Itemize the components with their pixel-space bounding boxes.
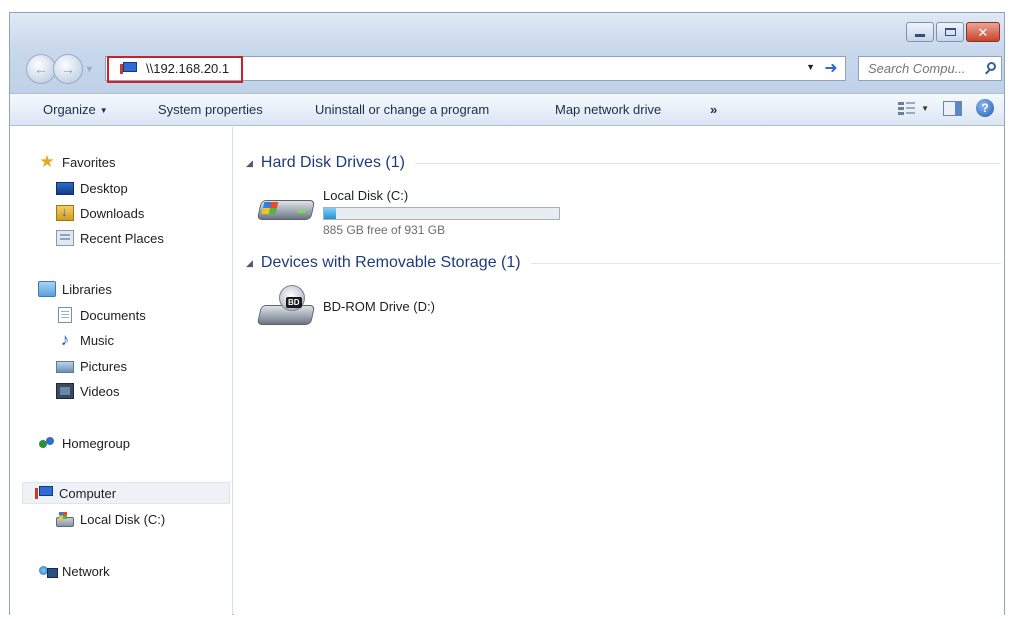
nav-item-libraries[interactable]: Libraries	[38, 278, 112, 300]
organize-menu[interactable]: Organize ▼	[43, 102, 108, 117]
nav-label: Libraries	[62, 281, 112, 297]
music-icon: ♪	[60, 330, 70, 349]
close-icon: ✕	[977, 24, 989, 40]
drive-name: Local Disk (C:)	[323, 188, 409, 203]
nav-item-favorites[interactable]: ★ Favorites	[38, 151, 115, 173]
back-button[interactable]: ←	[26, 54, 56, 84]
computer-icon	[35, 485, 53, 501]
collapse-triangle-icon: ◢	[246, 257, 253, 268]
navigation-pane: ★ Favorites Desktop Downloads Recent Plac…	[10, 127, 233, 615]
hard-disk-icon	[256, 188, 316, 232]
nav-label: Network	[62, 563, 110, 579]
view-options-dropdown-icon[interactable]: ▼	[921, 104, 929, 113]
section-divider	[414, 162, 1001, 164]
nav-item-documents[interactable]: Documents	[56, 304, 146, 326]
change-view-icon[interactable]	[898, 101, 916, 115]
computer-icon	[120, 61, 138, 76]
nav-label: Desktop	[80, 180, 128, 196]
bd-badge: BD	[286, 297, 302, 308]
homegroup-icon	[38, 435, 56, 451]
address-dropdown-icon[interactable]: ▼	[806, 62, 815, 72]
desktop-icon	[56, 182, 74, 195]
navigation-buttons: ← → ▼	[26, 54, 94, 84]
drive-free-space: 885 GB free of 931 GB	[323, 223, 446, 237]
star-icon: ★	[39, 152, 55, 171]
go-arrow-icon[interactable]: ➜	[821, 59, 841, 78]
disk-usage-fill	[324, 208, 336, 219]
organize-label: Organize	[43, 102, 96, 117]
recent-pages-dropdown[interactable]: ▼	[85, 64, 94, 74]
preview-pane-icon[interactable]	[943, 100, 962, 116]
nav-item-recent-places[interactable]: Recent Places	[56, 227, 164, 249]
nav-item-videos[interactable]: Videos	[56, 380, 120, 402]
forward-arrow-icon: →	[61, 61, 75, 77]
map-network-drive-button[interactable]: Map network drive	[555, 102, 661, 117]
close-button[interactable]: ✕	[966, 22, 1000, 42]
local-disk-icon	[56, 511, 74, 527]
maximize-icon	[944, 28, 956, 36]
nav-label: Pictures	[80, 358, 127, 374]
pictures-icon	[56, 361, 74, 373]
forward-button[interactable]: →	[53, 54, 83, 84]
nav-item-pictures[interactable]: Pictures	[56, 355, 127, 377]
recent-places-icon	[56, 230, 74, 246]
downloads-icon	[56, 204, 74, 221]
search-icon[interactable]	[984, 61, 998, 76]
network-icon	[38, 563, 58, 579]
nav-label: Videos	[80, 383, 120, 399]
nav-label: Computer	[59, 485, 117, 501]
libraries-icon	[38, 281, 56, 297]
drive-item-d[interactable]: BD BD-ROM Drive (D:)	[256, 285, 517, 335]
collapse-triangle-icon: ◢	[246, 157, 253, 168]
help-icon[interactable]: ?	[976, 99, 994, 117]
explorer-window: ✕ ← → ▼ \\192.168.20.1 ▼ ➜ Organize▼ Sys…	[9, 12, 1005, 615]
nav-item-computer[interactable]: Computer	[22, 482, 230, 504]
title-bar: ✕ ← → ▼ \\192.168.20.1 ▼ ➜	[10, 13, 1004, 93]
search-box[interactable]	[858, 56, 1002, 81]
content-pane: ◢ Hard Disk Drives (1) Local Disk (C:) 8…	[234, 127, 1004, 615]
nav-label: Local Disk (C:)	[80, 511, 166, 527]
search-input[interactable]	[868, 61, 980, 76]
nav-item-local-disk[interactable]: Local Disk (C:)	[56, 508, 165, 530]
nav-item-network[interactable]: Network	[38, 560, 110, 582]
nav-label: Homegroup	[62, 435, 130, 451]
address-bar[interactable]: \\192.168.20.1 ▼ ➜	[105, 56, 846, 83]
more-commands-button[interactable]: »	[710, 102, 717, 117]
minimize-button[interactable]	[906, 22, 934, 42]
nav-item-homegroup[interactable]: Homegroup	[38, 432, 130, 454]
documents-icon	[58, 307, 72, 323]
nav-item-music[interactable]: ♪ Music	[56, 329, 114, 351]
minimize-icon	[915, 33, 925, 37]
window-controls: ✕	[906, 22, 1000, 42]
disk-usage-bar	[323, 207, 560, 220]
videos-icon	[56, 383, 74, 399]
view-controls: ▼ ?	[898, 99, 994, 117]
nav-item-desktop[interactable]: Desktop	[56, 177, 128, 199]
nav-label: Recent Places	[80, 230, 164, 246]
bd-rom-drive-icon: BD	[256, 285, 316, 329]
nav-item-downloads[interactable]: Downloads	[56, 202, 144, 224]
drive-item-c[interactable]: Local Disk (C:) 885 GB free of 931 GB	[256, 188, 577, 238]
nav-label: Favorites	[62, 154, 116, 170]
section-hard-disk-drives[interactable]: ◢ Hard Disk Drives (1)	[246, 154, 1001, 172]
chevron-down-icon: ▼	[99, 106, 108, 115]
nav-label: Documents	[80, 307, 146, 323]
nav-label: Downloads	[80, 205, 145, 221]
section-title: Hard Disk Drives (1)	[260, 154, 405, 171]
drive-name: BD-ROM Drive (D:)	[323, 299, 435, 314]
uninstall-program-button[interactable]: Uninstall or change a program	[315, 102, 489, 117]
maximize-button[interactable]	[936, 22, 964, 42]
section-divider	[530, 262, 1001, 264]
command-bar: Organize ▼ System properties Uninstall or…	[10, 93, 1004, 126]
nav-label: Music	[80, 332, 114, 348]
section-title: Devices with Removable Storage (1)	[260, 254, 521, 271]
section-removable-storage[interactable]: ◢ Devices with Removable Storage (1)	[246, 254, 1001, 272]
back-arrow-icon: ←	[34, 61, 48, 77]
system-properties-button[interactable]: System properties	[158, 102, 263, 117]
